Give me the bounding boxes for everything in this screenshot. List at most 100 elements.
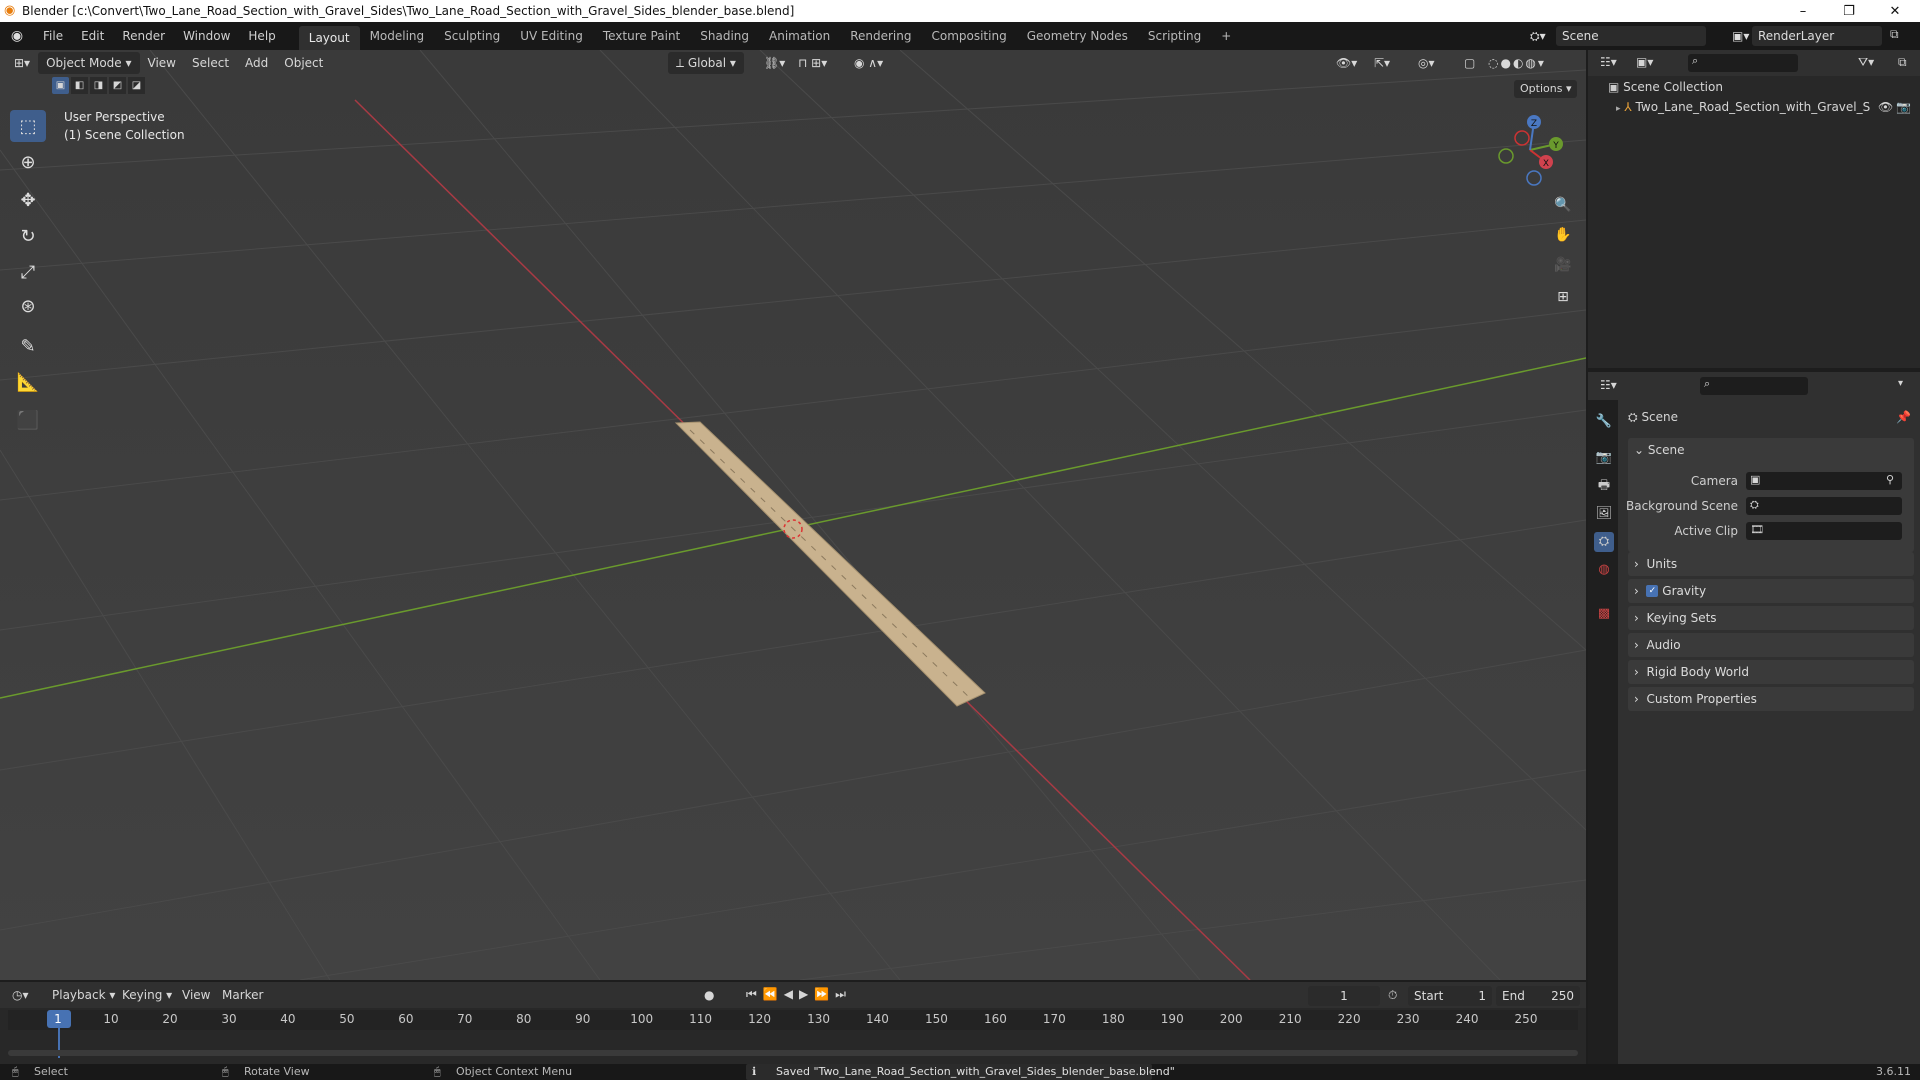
properties-editor-icon[interactable]: ☷▾ (1600, 378, 1617, 392)
audio-panel[interactable]: › Audio (1628, 633, 1914, 657)
minimize-button[interactable]: – (1780, 0, 1826, 22)
select-invert-icon[interactable]: ◩ (109, 77, 126, 94)
outliner-item[interactable]: ▸ ⅄ Two_Lane_Road_Section_with_Gravel_S … (1616, 100, 1912, 114)
tab-geometry-nodes[interactable]: Geometry Nodes (1017, 24, 1138, 48)
expand-icon[interactable]: ▸ (1616, 104, 1621, 114)
scene-panel-header[interactable]: ⌄ Scene (1634, 443, 1684, 457)
transform-tool-icon[interactable]: ⊛ (10, 290, 46, 322)
shading-modes-icon[interactable]: ◌●◐◍▾ (1480, 52, 1554, 74)
camera-field[interactable]: ▣ ⚲ (1746, 472, 1902, 490)
blender-menu-icon[interactable]: ◉ (0, 28, 34, 44)
cursor-tool-icon[interactable]: ⊕ (10, 146, 46, 178)
tab-uv-editing[interactable]: UV Editing (510, 24, 593, 48)
viewport-menu-object[interactable]: Object (276, 52, 331, 74)
auto-keying-icon[interactable]: ● (704, 988, 714, 1002)
menu-render[interactable]: Render (113, 22, 174, 50)
scale-tool-icon[interactable]: ⤢ (10, 256, 46, 288)
tab-shading[interactable]: Shading (690, 24, 759, 48)
overlay-toggle-icon[interactable]: ◎▾ (1410, 52, 1443, 74)
select-box-tool-icon[interactable]: ⬚ (10, 110, 46, 142)
world-tab-icon[interactable]: ◍ (1594, 560, 1614, 580)
eye-icon[interactable]: 👁 (1878, 100, 1893, 114)
tool-tab-icon[interactable]: 🔧 (1594, 412, 1614, 432)
end-frame-field[interactable]: End 250 (1496, 986, 1580, 1006)
active-clip-field[interactable]: 🎞 (1746, 522, 1902, 540)
texture-tab-icon[interactable]: ▩ (1594, 604, 1614, 624)
pin-icon[interactable]: 📌 (1896, 410, 1911, 424)
orientation-dropdown[interactable]: ⟂ Global ▾ (668, 52, 744, 74)
tab-scripting[interactable]: Scripting (1138, 24, 1211, 48)
select-extend-icon[interactable]: ◧ (71, 77, 88, 94)
close-button[interactable]: ✕ (1872, 0, 1918, 22)
viewport-menu-add[interactable]: Add (237, 52, 276, 74)
viewport-menu-view[interactable]: View (140, 52, 184, 74)
select-new-icon[interactable]: ▣ (52, 77, 69, 94)
snap-icon[interactable]: ⊓ ⊞▾ (790, 52, 835, 74)
select-intersect-icon[interactable]: ◪ (128, 77, 145, 94)
rigid-body-world-panel[interactable]: › Rigid Body World (1628, 660, 1914, 684)
playback-controls[interactable]: ⏮⏪◀▶⏩⏭ (746, 987, 852, 1002)
pivot-icon[interactable]: ⛓▾ (756, 52, 793, 74)
ortho-toggle-icon[interactable]: ⊞ (1550, 284, 1576, 310)
tab-rendering[interactable]: Rendering (840, 24, 921, 48)
annotate-tool-icon[interactable]: ✎ (10, 330, 46, 362)
timeline-scrollbar[interactable] (8, 1050, 1578, 1056)
new-collection-icon[interactable]: ⧉ (1898, 55, 1907, 70)
renderlayer-selector[interactable]: RenderLayer (1752, 26, 1882, 46)
zoom-view-icon[interactable]: 🔍 (1550, 192, 1576, 218)
properties-search-input[interactable]: ⌕ (1700, 377, 1808, 395)
camera-view-icon[interactable]: 🎥 (1550, 252, 1576, 278)
tab-compositing[interactable]: Compositing (921, 24, 1016, 48)
custom-properties-panel[interactable]: › Custom Properties (1628, 687, 1914, 711)
move-tool-icon[interactable]: ✥ (10, 184, 46, 216)
menu-help[interactable]: Help (239, 22, 284, 50)
measure-tool-icon[interactable]: 📐 (10, 366, 46, 398)
editor-type-icon[interactable]: ⊞▾ (6, 52, 38, 74)
rotate-tool-icon[interactable]: ↻ (10, 220, 46, 252)
visibility-icon[interactable]: 👁▾ (1328, 52, 1365, 74)
select-subtract-icon[interactable]: ◨ (90, 77, 107, 94)
tab-layout[interactable]: Layout (298, 26, 360, 50)
current-frame-field[interactable]: 1 (1308, 986, 1380, 1006)
gravity-checkbox[interactable]: ✓ (1646, 585, 1659, 597)
add-workspace-button[interactable]: + (1211, 24, 1241, 48)
start-frame-field[interactable]: Start 1 (1408, 986, 1492, 1006)
maximize-button[interactable]: ❐ (1826, 0, 1872, 22)
gizmo-toggle-icon[interactable]: ⇱▾ (1366, 52, 1398, 74)
options-dropdown[interactable]: Options ▾ (1514, 80, 1578, 98)
tab-sculpting[interactable]: Sculpting (434, 24, 510, 48)
navigation-gizmo[interactable]: Y X Z (1490, 110, 1570, 190)
background-scene-field[interactable]: ⛭ (1746, 497, 1902, 515)
outliner-editor-icon[interactable]: ☷▾ (1600, 55, 1617, 69)
display-mode-icon[interactable]: ▣▾ (1636, 55, 1653, 69)
keying-sets-panel[interactable]: › Keying Sets (1628, 606, 1914, 630)
tab-animation[interactable]: Animation (759, 24, 840, 48)
new-renderlayer-icon[interactable]: ⧉ (1890, 27, 1899, 42)
scene-selector[interactable]: Scene (1556, 26, 1706, 46)
timeline-menu-view[interactable]: View (174, 984, 218, 1006)
render-tab-icon[interactable]: 📷 (1594, 448, 1614, 468)
render-camera-icon[interactable]: 📷 (1896, 100, 1911, 114)
tab-modeling[interactable]: Modeling (360, 24, 435, 48)
tab-texture-paint[interactable]: Texture Paint (593, 24, 690, 48)
pan-view-icon[interactable]: ✋ (1550, 222, 1576, 248)
timeline-menu-playback[interactable]: Playback ▾ (44, 984, 123, 1006)
menu-window[interactable]: Window (174, 22, 239, 50)
outliner-scene-collection[interactable]: ▣ Scene Collection (1608, 80, 1723, 94)
add-cube-tool-icon[interactable]: ⬛ (10, 404, 46, 436)
stopwatch-icon[interactable]: ⏱ (1388, 988, 1397, 1003)
eyedropper-icon[interactable]: ⚲ (1886, 473, 1894, 486)
outliner-search-input[interactable]: ⌕ (1688, 54, 1798, 72)
timeline-menu-keying[interactable]: Keying ▾ (114, 984, 180, 1006)
filter-icon[interactable]: ⛛▾ (1858, 55, 1874, 70)
proportional-edit-icon[interactable]: ◉ ∧▾ (846, 52, 891, 74)
object-mode-dropdown[interactable]: Object Mode ▾ (38, 52, 140, 74)
properties-options-icon[interactable]: ▾ (1898, 378, 1903, 389)
menu-file[interactable]: File (34, 22, 72, 50)
gravity-panel[interactable]: › ✓ Gravity (1628, 579, 1914, 603)
timeline-editor-icon[interactable]: ◷▾ (12, 988, 29, 1002)
viewport-menu-select[interactable]: Select (184, 52, 237, 74)
3d-viewport[interactable] (0, 50, 1586, 980)
menu-edit[interactable]: Edit (72, 22, 113, 50)
timeline-menu-marker[interactable]: Marker (214, 984, 271, 1006)
